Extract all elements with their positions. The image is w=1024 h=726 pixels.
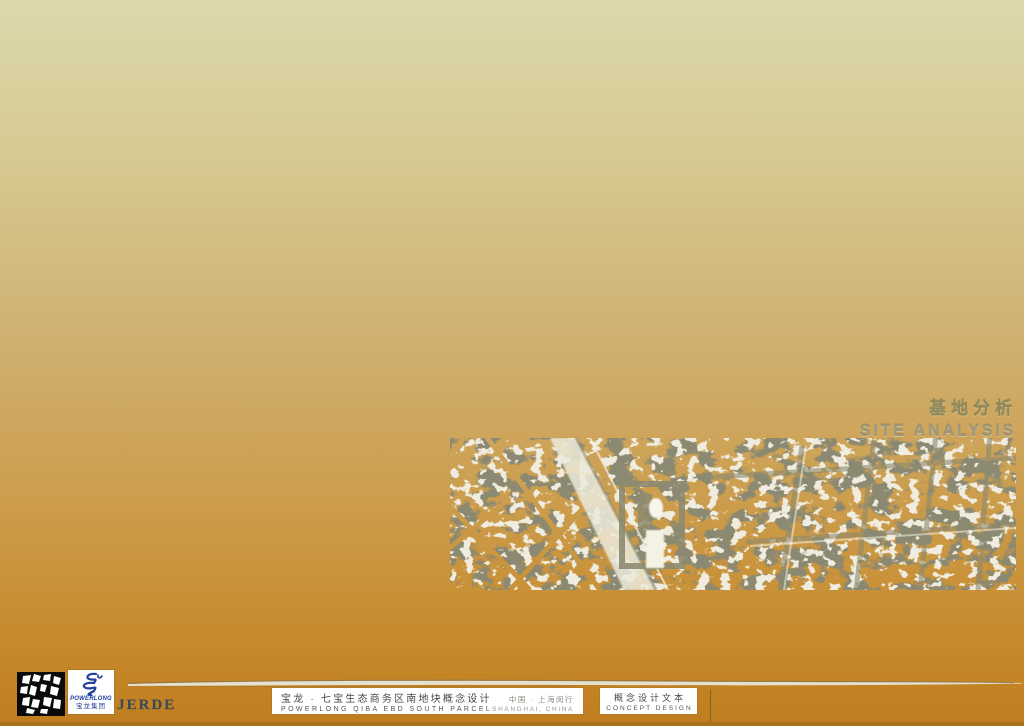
jerde-fragment-logo — [17, 672, 65, 716]
footer-vertical-divider — [710, 690, 711, 722]
document-type-chinese: 概念设计文本 — [613, 692, 686, 703]
powerlong-logo: POWERLONG 宝龙集团 — [68, 670, 114, 714]
powerlong-dragon-icon — [82, 672, 103, 696]
powerlong-name: POWERLONG — [70, 696, 112, 702]
project-title-chinese: 宝龙 · 七宝生态商务区南地块概念设计 — [281, 693, 492, 705]
document-type-english: CONCEPT DESIGN — [606, 704, 693, 712]
aerial-map-graphic — [450, 438, 1016, 590]
powerlong-group-cn: 宝龙集团 — [76, 703, 106, 710]
bottom-edge-shade — [0, 722, 1024, 726]
project-title-english: POWERLONG QIBA EBD SOUTH PARCEL — [281, 705, 493, 713]
heading-chinese: 基地分析 — [929, 399, 1017, 418]
jerde-wordmark: JERDE — [117, 697, 177, 713]
document-type-box: 概念设计文本 CONCEPT DESIGN — [600, 688, 697, 714]
section-heading: 基地分析 SITE ANALYSIS — [860, 394, 1014, 441]
project-title-row-cn: 宝龙 · 七宝生态商务区南地块概念设计 中国 · 上海闵行 — [281, 690, 574, 705]
project-location-english: SHANGHAI, CHINA — [492, 705, 574, 713]
jerde-logo-icon — [17, 672, 65, 716]
project-title-box: 宝龙 · 七宝生态商务区南地块概念设计 中国 · 上海闵行 POWERLONG … — [272, 688, 583, 714]
aerial-site-map — [450, 438, 1016, 590]
project-location-chinese: 中国 · 上海闵行 — [508, 694, 574, 704]
brush-stroke-divider — [126, 676, 1024, 688]
slide-page: 基地分析 SITE ANALYSIS POWERLONG 宝龙集团 JERDE … — [0, 0, 1024, 726]
project-title-row-en: POWERLONG QIBA EBD SOUTH PARCEL SHANGHAI… — [281, 705, 574, 713]
